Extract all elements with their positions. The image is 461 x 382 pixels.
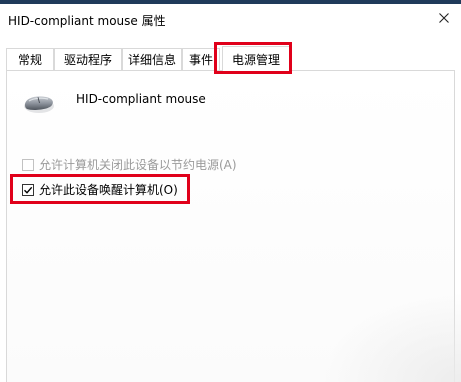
close-button[interactable] bbox=[435, 9, 453, 27]
tab-power-management[interactable]: 电源管理 bbox=[222, 46, 290, 72]
close-icon bbox=[439, 13, 449, 23]
window-top-border bbox=[0, 0, 461, 4]
tab-events[interactable]: 事件 bbox=[182, 48, 220, 70]
tab-content-panel bbox=[6, 70, 455, 382]
mouse-icon bbox=[22, 92, 56, 116]
tab-driver[interactable]: 驱动程序 bbox=[54, 48, 122, 70]
allow-power-off-checkbox bbox=[22, 158, 34, 171]
allow-wake-checkbox[interactable] bbox=[22, 183, 34, 196]
tab-bar: 常规 驱动程序 详细信息 事件 电源管理 bbox=[6, 46, 455, 72]
properties-dialog: HID-compliant mouse 属性 常规 驱动程序 详细信息 事件 电… bbox=[0, 0, 461, 382]
tab-general[interactable]: 常规 bbox=[6, 48, 54, 70]
allow-power-off-option: 允许计算机关闭此设备以节约电源(A) bbox=[22, 156, 237, 173]
tab-details[interactable]: 详细信息 bbox=[122, 48, 182, 70]
window-title: HID-compliant mouse 属性 bbox=[8, 14, 166, 28]
allow-wake-option[interactable]: 允许此设备唤醒计算机(O) bbox=[22, 181, 178, 198]
device-name: HID-compliant mouse bbox=[76, 92, 206, 106]
allow-power-off-label: 允许计算机关闭此设备以节约电源(A) bbox=[39, 158, 237, 172]
checkmark-icon bbox=[24, 186, 33, 194]
allow-wake-label[interactable]: 允许此设备唤醒计算机(O) bbox=[39, 181, 178, 198]
